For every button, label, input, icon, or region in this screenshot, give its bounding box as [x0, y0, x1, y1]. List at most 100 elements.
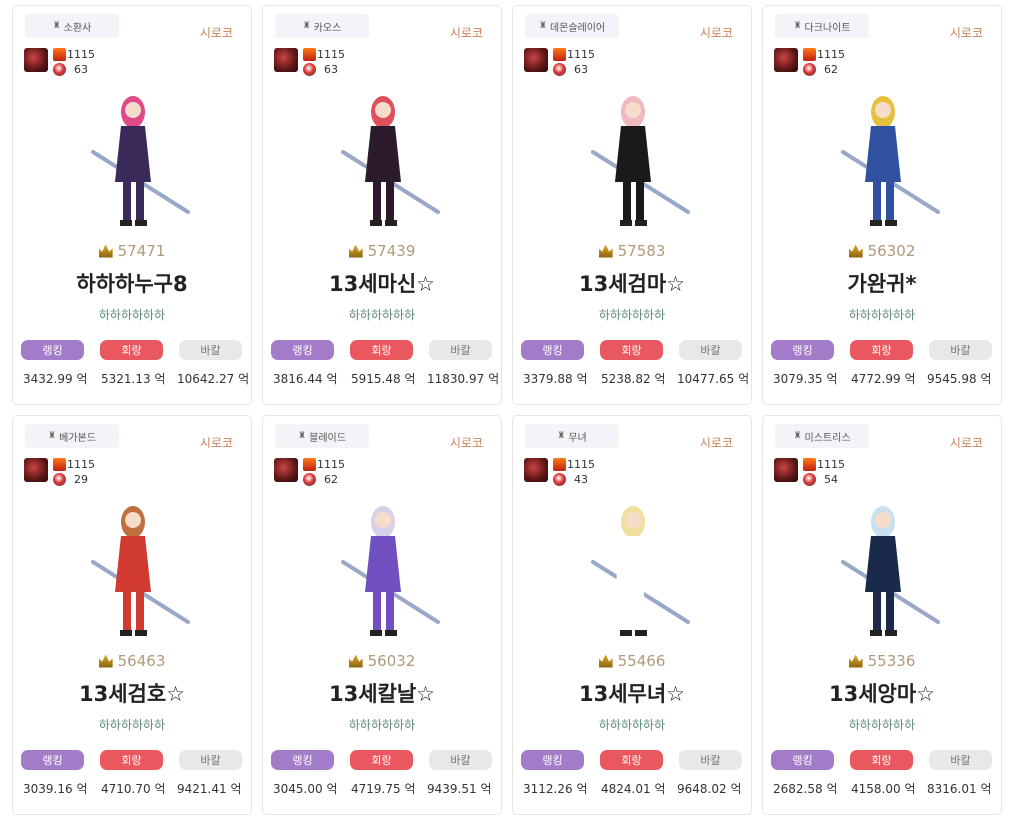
character-card[interactable]: ♜ 무녀 시로코 1115 43 55466 13세무녀☆ 하하하하하하 랭킹 … — [512, 415, 752, 815]
buff-button[interactable]: 회랑 — [600, 340, 663, 360]
fame-score-value: 55466 — [617, 652, 666, 670]
bakal-value: 9439.51 억 — [427, 782, 492, 796]
ranking-button[interactable]: 랭킹 — [271, 340, 334, 360]
level-value: 1115 — [567, 458, 595, 471]
level-value: 1115 — [817, 458, 845, 471]
fame-score-value: 57471 — [117, 242, 166, 260]
ranking-button[interactable]: 랭킹 — [271, 750, 334, 770]
level-badge-icon — [803, 458, 816, 471]
character-sprite[interactable] — [318, 492, 448, 642]
character-name[interactable]: 13세칼날☆ — [263, 678, 501, 708]
fame-score: 57439 — [263, 242, 501, 260]
bakal-button[interactable]: 바칼 — [929, 750, 992, 770]
server-label: 시로코 — [949, 436, 983, 450]
level-value: 1115 — [317, 458, 345, 471]
pet-icon — [803, 63, 816, 76]
job-tag: ♜ 베가본드 — [25, 424, 119, 448]
character-sprite[interactable] — [568, 492, 698, 642]
ranking-button[interactable]: 랭킹 — [21, 750, 84, 770]
buff-value: 4158.00 억 — [851, 782, 916, 796]
character-card[interactable]: ♜ 베가본드 시로코 1115 29 56463 13세검호☆ 하하하하하하 랭… — [12, 415, 252, 815]
ranking-value: 2682.58 억 — [773, 782, 838, 796]
ranking-value: 3432.99 억 — [23, 372, 88, 386]
buff-button[interactable]: 회랑 — [850, 750, 913, 770]
buff-button[interactable]: 회랑 — [350, 750, 413, 770]
buff-button[interactable]: 회랑 — [100, 750, 163, 770]
ranking-value: 3079.35 억 — [773, 372, 838, 386]
bakal-button[interactable]: 바칼 — [679, 340, 742, 360]
fame-score-value: 57583 — [617, 242, 666, 260]
crown-icon — [348, 244, 363, 258]
buff-button[interactable]: 회랑 — [100, 340, 163, 360]
buff-value: 4772.99 억 — [851, 372, 916, 386]
bakal-button[interactable]: 바칼 — [679, 750, 742, 770]
job-tag: ♜ 미스트리스 — [775, 424, 869, 448]
fame-score: 55336 — [763, 652, 1001, 670]
ranking-value: 3039.16 억 — [23, 782, 88, 796]
ranking-value: 3112.26 억 — [523, 782, 588, 796]
pet-icon — [553, 63, 566, 76]
character-sprite[interactable] — [818, 82, 948, 232]
character-sprite[interactable] — [68, 492, 198, 642]
bakal-value: 8316.01 억 — [927, 782, 992, 796]
character-sprite[interactable] — [568, 82, 698, 232]
job-icon: ♜ — [48, 431, 57, 441]
pet-value: 62 — [824, 63, 838, 76]
character-sprite[interactable] — [68, 82, 198, 232]
server-label: 시로코 — [449, 436, 483, 450]
character-sprite[interactable] — [318, 82, 448, 232]
character-name[interactable]: 13세검호☆ — [13, 678, 251, 708]
fame-score-value: 56302 — [867, 242, 916, 260]
job-icon: ♜ — [557, 431, 566, 441]
level-badge-icon — [303, 458, 316, 471]
job-label: 카오스 — [313, 22, 342, 34]
character-name[interactable]: 13세검마☆ — [513, 268, 751, 298]
buff-button[interactable]: 회랑 — [350, 340, 413, 360]
character-card[interactable]: ♜ 다크나이트 시로코 1115 62 56302 가완귀* 하하하하하하 랭킹… — [762, 5, 1002, 405]
ranking-button[interactable]: 랭킹 — [21, 340, 84, 360]
bakal-button[interactable]: 바칼 — [929, 340, 992, 360]
level-value: 1115 — [67, 48, 95, 61]
bakal-button[interactable]: 바칼 — [179, 750, 242, 770]
buff-button[interactable]: 회랑 — [600, 750, 663, 770]
server-label: 시로코 — [699, 26, 733, 40]
fame-score: 56302 — [763, 242, 1001, 260]
level-badge-icon — [53, 48, 66, 61]
adventure-name: 하하하하하하 — [848, 718, 916, 732]
character-sprite[interactable] — [818, 492, 948, 642]
character-name[interactable]: 하하하누구8 — [13, 268, 251, 298]
buff-value: 5321.13 억 — [101, 372, 166, 386]
bakal-button[interactable]: 바칼 — [429, 340, 492, 360]
job-label: 다크나이트 — [804, 22, 851, 34]
guild-emblem-icon — [774, 48, 798, 72]
server-label: 시로코 — [199, 26, 233, 40]
ranking-value: 3379.88 억 — [523, 372, 588, 386]
ranking-button[interactable]: 랭킹 — [771, 340, 834, 360]
ranking-value: 3816.44 억 — [273, 372, 338, 386]
crown-icon — [98, 244, 113, 258]
buff-button[interactable]: 회랑 — [850, 340, 913, 360]
job-icon: ♜ — [793, 21, 802, 31]
pet-value: 63 — [324, 63, 338, 76]
bakal-button[interactable]: 바칼 — [429, 750, 492, 770]
character-card[interactable]: ♜ 카오스 시로코 1115 63 57439 13세마신☆ 하하하하하하 랭킹… — [262, 5, 502, 405]
character-name[interactable]: 가완귀* — [763, 268, 1001, 298]
character-name[interactable]: 13세마신☆ — [263, 268, 501, 298]
character-card[interactable]: ♜ 미스트리스 시로코 1115 54 55336 13세앙마☆ 하하하하하하 … — [762, 415, 1002, 815]
character-sprite-image — [841, 506, 940, 636]
character-name[interactable]: 13세앙마☆ — [763, 678, 1001, 708]
pet-icon — [303, 63, 316, 76]
buff-value: 4824.01 억 — [601, 782, 666, 796]
ranking-button[interactable]: 랭킹 — [521, 750, 584, 770]
character-name[interactable]: 13세무녀☆ — [513, 678, 751, 708]
fame-score: 55466 — [513, 652, 751, 670]
character-card[interactable]: ♜ 데몬슬레이어 시로코 1115 63 57583 13세검마☆ 하하하하하하… — [512, 5, 752, 405]
job-icon: ♜ — [298, 431, 307, 441]
pet-value: 29 — [74, 473, 88, 486]
server-label: 시로코 — [699, 436, 733, 450]
ranking-button[interactable]: 랭킹 — [521, 340, 584, 360]
ranking-button[interactable]: 랭킹 — [771, 750, 834, 770]
character-card[interactable]: ♜ 블레이드 시로코 1115 62 56032 13세칼날☆ 하하하하하하 랭… — [262, 415, 502, 815]
character-card[interactable]: ♜ 소환사 시로코 1115 63 57471 하하하누구8 하하하하하하 랭킹… — [12, 5, 252, 405]
bakal-button[interactable]: 바칼 — [179, 340, 242, 360]
